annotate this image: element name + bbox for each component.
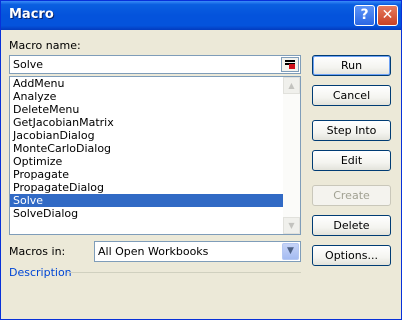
scroll-up-icon[interactable]: ▲ xyxy=(283,77,300,94)
list-item[interactable]: PropagateDialog xyxy=(10,181,284,194)
list-item[interactable]: DeleteMenu xyxy=(10,103,284,116)
create-button: Create xyxy=(312,185,391,206)
chevron-down-icon[interactable]: ▼ xyxy=(282,243,299,260)
list-item[interactable]: Analyze xyxy=(10,90,284,103)
macro-list-items: AddMenu Analyze DeleteMenu GetJacobianMatri… xyxy=(10,77,300,220)
list-item[interactable]: Solve xyxy=(10,194,284,207)
close-icon: ✕ xyxy=(381,7,394,23)
delete-button[interactable]: Delete xyxy=(312,215,391,236)
list-item[interactable]: SolveDialog xyxy=(10,207,284,220)
list-item[interactable]: MonteCarloDialog xyxy=(10,142,284,155)
step-into-button[interactable]: Step Into xyxy=(312,120,391,141)
list-item[interactable]: JacobianDialog xyxy=(10,129,284,142)
options-button[interactable]: Options... xyxy=(312,245,391,266)
close-button[interactable]: ✕ xyxy=(377,5,398,26)
macro-name-label: Macro name: xyxy=(9,39,81,52)
macros-in-value: All Open Workbooks xyxy=(98,245,209,258)
macro-list[interactable]: AddMenu Analyze DeleteMenu GetJacobianMatri… xyxy=(9,76,301,235)
description-label: Description xyxy=(9,266,72,279)
macro-list-scrollbar[interactable]: ▲ ▼ xyxy=(283,77,300,234)
list-item[interactable]: Propagate xyxy=(10,168,284,181)
help-button[interactable]: ? xyxy=(354,5,375,26)
list-item[interactable]: GetJacobianMatrix xyxy=(10,116,284,129)
list-item[interactable]: Optimize xyxy=(10,155,284,168)
title-bar[interactable]: Macro ? ✕ xyxy=(1,1,401,30)
help-icon: ? xyxy=(360,7,369,23)
macros-in-label: Macros in: xyxy=(9,245,66,258)
run-button[interactable]: Run xyxy=(312,55,391,76)
cancel-button[interactable]: Cancel xyxy=(312,85,391,106)
description-divider xyxy=(67,272,301,273)
macros-in-select[interactable]: All Open Workbooks ▼ xyxy=(94,241,301,262)
list-item[interactable]: AddMenu xyxy=(10,77,284,90)
edit-button[interactable]: Edit xyxy=(312,150,391,171)
scroll-down-icon[interactable]: ▼ xyxy=(283,217,300,234)
macro-dialog: Macro ? ✕ Macro name: AddMenuAnalyzeDele… xyxy=(0,0,402,320)
collapse-dialog-button[interactable] xyxy=(281,57,299,72)
dialog-title: Macro xyxy=(9,7,54,22)
macro-name-input[interactable] xyxy=(10,56,276,73)
macro-name-field[interactable] xyxy=(9,55,301,74)
